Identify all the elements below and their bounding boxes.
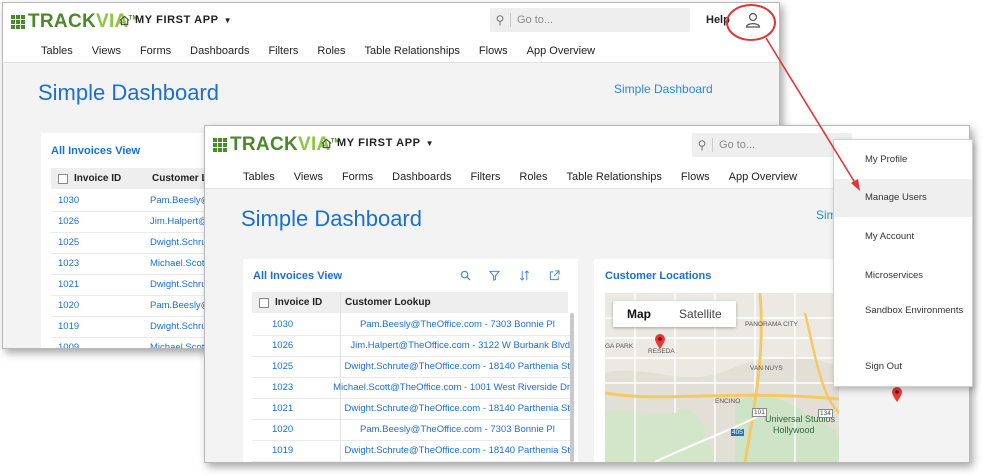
annotation-arrow — [765, 37, 860, 191]
